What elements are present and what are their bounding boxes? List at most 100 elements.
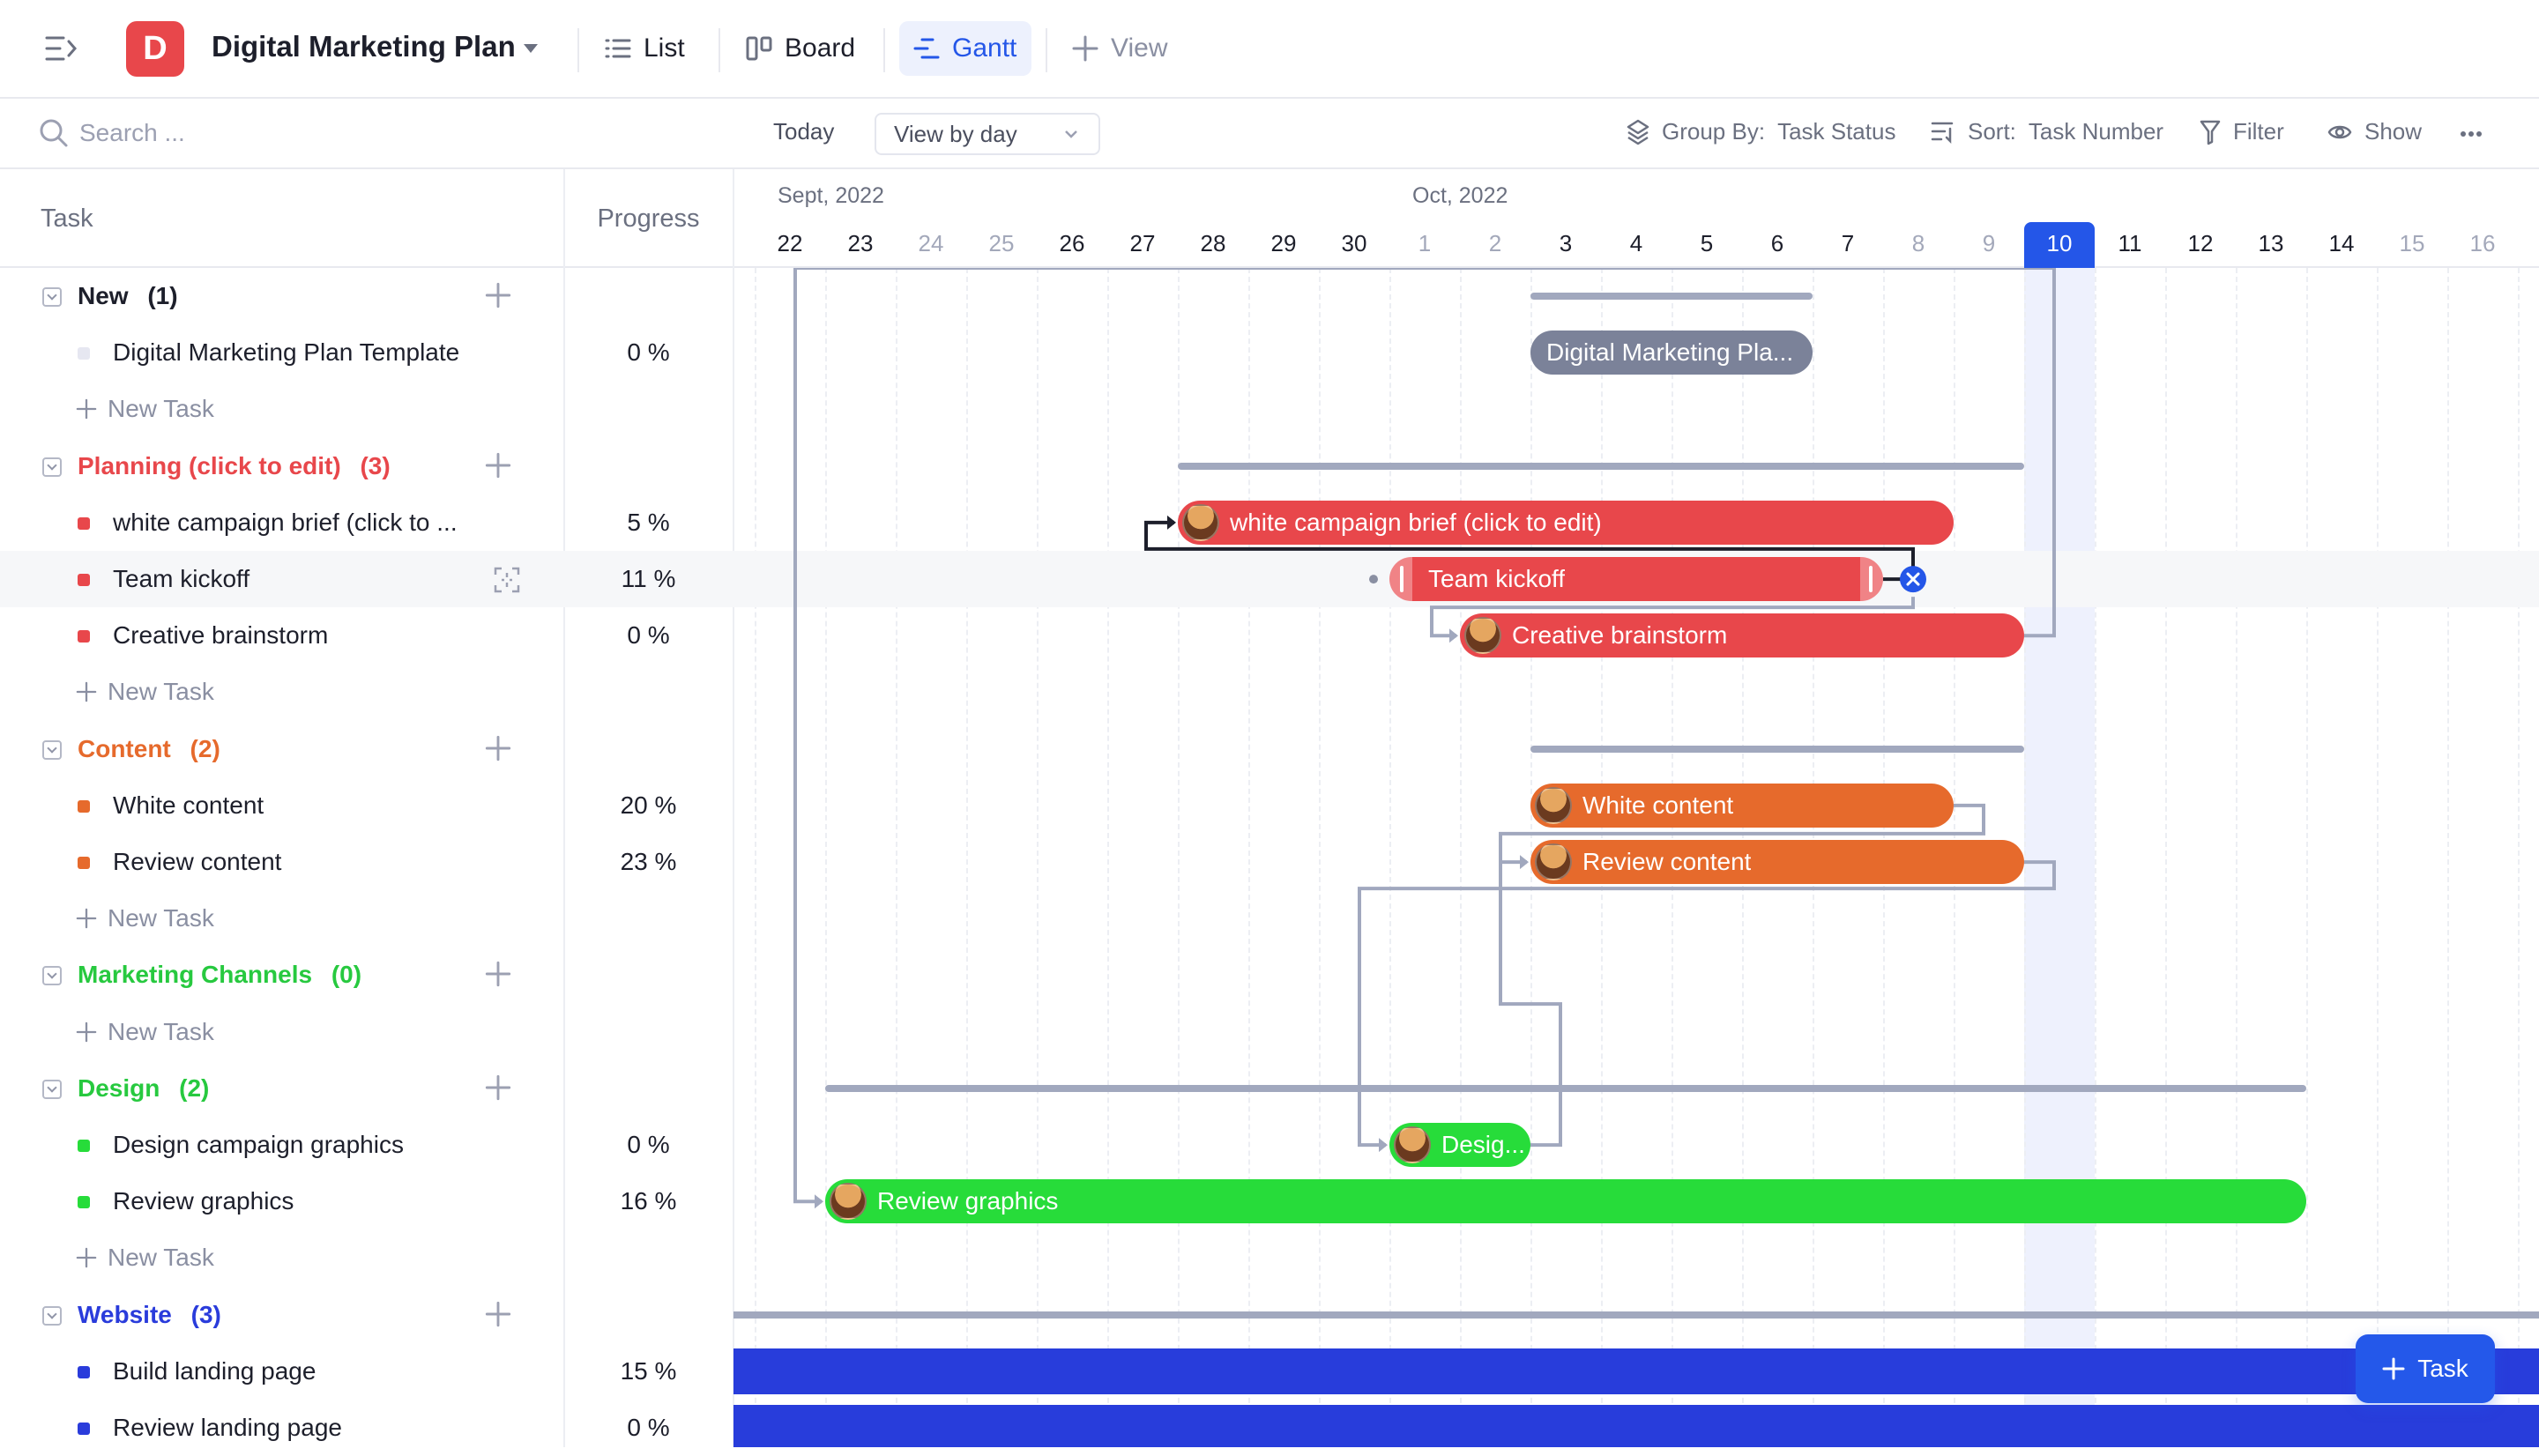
- sort-button[interactable]: Sort: Task Number: [1931, 118, 2163, 145]
- dependency-link[interactable]: [793, 268, 2056, 1204]
- new-task-row[interactable]: New Task: [0, 664, 733, 720]
- group-name[interactable]: Website (3): [78, 1301, 221, 1329]
- link-start-handle[interactable]: [1369, 575, 1378, 584]
- day-label[interactable]: 9: [1954, 222, 2024, 268]
- dependency-link[interactable]: [1358, 860, 2056, 1148]
- more-options-icon[interactable]: [2460, 130, 2483, 137]
- group-name[interactable]: Marketing Channels (0): [78, 961, 361, 989]
- task-name[interactable]: Review content: [113, 848, 281, 876]
- tab-board[interactable]: Board: [732, 21, 869, 76]
- day-label[interactable]: 11: [2095, 222, 2165, 268]
- day-label[interactable]: 3: [1530, 222, 1601, 268]
- day-label[interactable]: 22: [755, 222, 825, 268]
- day-label[interactable]: 12: [2165, 222, 2236, 268]
- task-row[interactable]: Review content 23 %: [0, 834, 733, 890]
- day-label[interactable]: 29: [1248, 222, 1319, 268]
- view-by-select[interactable]: View by day: [875, 113, 1100, 155]
- task-row[interactable]: Team kickoff 11 %: [0, 551, 733, 607]
- task-row[interactable]: Creative brainstorm 0 %: [0, 607, 733, 664]
- title-dropdown-icon[interactable]: [524, 44, 538, 53]
- collapse-toggle-icon[interactable]: [42, 739, 62, 760]
- tab-gantt[interactable]: Gantt: [899, 21, 1031, 76]
- link-arrow-icon: [1449, 628, 1458, 643]
- add-task-to-group-button[interactable]: [485, 735, 511, 766]
- filter-button[interactable]: Filter: [2200, 118, 2284, 145]
- collapse-toggle-icon[interactable]: [42, 966, 62, 986]
- add-view-button[interactable]: View: [1058, 21, 1181, 76]
- new-task-row[interactable]: New Task: [0, 890, 733, 947]
- new-task-button[interactable]: New Task: [76, 904, 214, 932]
- day-label[interactable]: 13: [2236, 222, 2306, 268]
- dependency-link[interactable]: [1430, 597, 1915, 638]
- new-task-button[interactable]: New Task: [76, 678, 214, 706]
- day-label-today[interactable]: 10: [2024, 222, 2095, 268]
- new-task-row[interactable]: New Task: [0, 381, 733, 437]
- new-task-button[interactable]: New Task: [76, 1018, 214, 1046]
- add-task-to-group-button[interactable]: [485, 282, 511, 313]
- task-name[interactable]: white campaign brief (click to ...: [113, 509, 458, 537]
- new-task-row[interactable]: New Task: [0, 1004, 733, 1060]
- new-task-row[interactable]: New Task: [0, 1229, 733, 1286]
- new-task-button[interactable]: New Task: [76, 395, 214, 423]
- sidebar-toggle-icon[interactable]: [44, 33, 81, 65]
- day-label[interactable]: 4: [1601, 222, 1672, 268]
- task-name[interactable]: Creative brainstorm: [113, 621, 328, 650]
- tab-list[interactable]: List: [591, 21, 699, 76]
- collapse-toggle-icon[interactable]: [42, 287, 62, 307]
- day-label[interactable]: 15: [2377, 222, 2447, 268]
- add-task-to-group-button[interactable]: [485, 1074, 511, 1105]
- add-task-to-group-button[interactable]: [485, 1301, 511, 1332]
- delete-link-icon[interactable]: [1900, 566, 1926, 593]
- collapse-toggle-icon[interactable]: [42, 1079, 62, 1099]
- add-task-button[interactable]: Task: [2356, 1334, 2495, 1403]
- day-label[interactable]: 7: [1813, 222, 1883, 268]
- day-label[interactable]: 14: [2306, 222, 2377, 268]
- day-label[interactable]: 2: [1460, 222, 1530, 268]
- task-row[interactable]: Design campaign graphics 0 %: [0, 1117, 733, 1173]
- group-name[interactable]: New (1): [78, 282, 178, 310]
- task-column-header: Task: [41, 204, 93, 233]
- task-name[interactable]: White content: [113, 791, 264, 820]
- day-label[interactable]: 24: [896, 222, 966, 268]
- day-label[interactable]: 1: [1389, 222, 1460, 268]
- add-task-to-group-button[interactable]: [485, 452, 511, 483]
- collapse-toggle-icon[interactable]: [42, 457, 62, 477]
- today-button[interactable]: Today: [773, 118, 834, 145]
- day-label[interactable]: 8: [1883, 222, 1954, 268]
- day-label[interactable]: 5: [1672, 222, 1742, 268]
- day-label[interactable]: 25: [966, 222, 1037, 268]
- group-name[interactable]: Design (2): [78, 1074, 209, 1103]
- task-name[interactable]: Digital Marketing Plan Template: [113, 338, 459, 367]
- collapse-toggle-icon[interactable]: [42, 1305, 62, 1326]
- group-by-button[interactable]: Group By: Task Status: [1627, 118, 1895, 145]
- task-row[interactable]: Review graphics 16 %: [0, 1173, 733, 1229]
- day-label[interactable]: 27: [1107, 222, 1178, 268]
- dependency-link[interactable]: [1499, 834, 1562, 1148]
- day-label[interactable]: 26: [1037, 222, 1107, 268]
- add-task-to-group-button[interactable]: [485, 961, 511, 992]
- group-name[interactable]: Planning (click to edit) (3): [78, 452, 391, 480]
- day-label[interactable]: 16: [2447, 222, 2518, 268]
- day-label[interactable]: 23: [825, 222, 896, 268]
- task-row[interactable]: Build landing page 15 %: [0, 1343, 733, 1400]
- dependency-link-active[interactable]: [1144, 520, 1915, 580]
- show-button[interactable]: Show: [2327, 118, 2422, 145]
- expand-task-icon[interactable]: [494, 567, 520, 598]
- group-name[interactable]: Content (2): [78, 735, 220, 763]
- task-name[interactable]: Build landing page: [113, 1357, 316, 1385]
- day-label[interactable]: 6: [1742, 222, 1813, 268]
- project-title[interactable]: Digital Marketing Plan: [212, 30, 516, 63]
- task-name[interactable]: Design campaign graphics: [113, 1131, 404, 1159]
- task-name[interactable]: Team kickoff: [113, 565, 249, 593]
- task-row[interactable]: Review landing page 0 %: [0, 1400, 733, 1456]
- task-row[interactable]: White content 20 %: [0, 777, 733, 834]
- task-row[interactable]: Digital Marketing Plan Template 0 %: [0, 324, 733, 381]
- search-input[interactable]: [79, 115, 520, 152]
- task-name[interactable]: Review landing page: [113, 1414, 342, 1442]
- task-name[interactable]: Review graphics: [113, 1187, 294, 1215]
- day-label[interactable]: 30: [1319, 222, 1389, 268]
- task-row[interactable]: white campaign brief (click to ... 5 %: [0, 494, 733, 551]
- dependency-link[interactable]: [1499, 803, 1985, 865]
- day-label[interactable]: 28: [1178, 222, 1248, 268]
- new-task-button[interactable]: New Task: [76, 1244, 214, 1272]
